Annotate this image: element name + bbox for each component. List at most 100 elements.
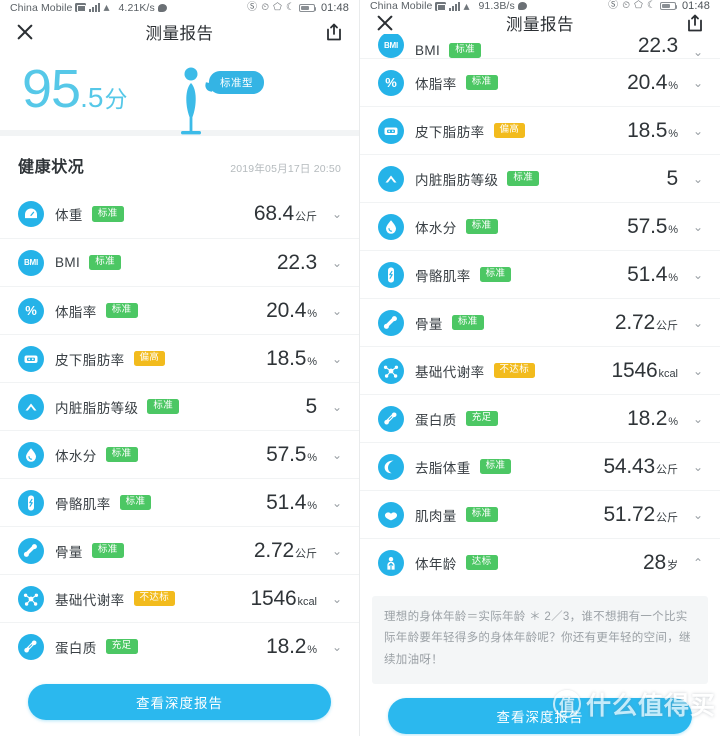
metric-unit: % — [307, 643, 317, 656]
metric-row[interactable]: 内脏脂肪等级 标准 5 ⌄ — [0, 382, 359, 430]
metric-label: 骨量 — [415, 316, 443, 332]
metric-row[interactable]: 皮下脂肪率 偏高 18.5% ⌄ — [0, 334, 359, 382]
metric-row[interactable]: 骨骼肌率 标准 51.4% ⌄ — [360, 250, 720, 298]
metric-unit: % — [307, 307, 317, 320]
chevron-down-icon[interactable]: ⌄ — [331, 545, 343, 557]
metric-row[interactable]: 骨量 标准 2.72 公斤 ⌄ — [360, 298, 720, 346]
metric-value: 51.4 — [266, 490, 307, 514]
status-badge: 偏高 — [133, 350, 166, 367]
metric-value: 57.5 — [627, 214, 668, 238]
metric-value: 18.5 — [266, 346, 307, 370]
chevron-down-icon[interactable]: ⌄ — [331, 353, 343, 365]
metric-row[interactable]: 蛋白质 充足 18.2% ⌄ — [0, 622, 359, 670]
metric-label: 骨骼肌率 — [415, 268, 471, 284]
deep-report-button[interactable]: 查看深度报告 — [28, 684, 331, 720]
metric-value: 1546 — [250, 586, 297, 610]
metric-value: 51.4 — [627, 262, 668, 286]
chevron-down-icon[interactable]: ⌄ — [692, 221, 704, 233]
metric-value-group: 1546 kcal — [251, 587, 317, 611]
chevron-down-icon[interactable]: ⌄ — [331, 641, 343, 653]
share-icon[interactable] — [323, 21, 345, 43]
muscle-icon — [378, 261, 404, 288]
chevron-down-icon[interactable]: ⌄ — [692, 365, 704, 377]
status-badge: 标准 — [105, 302, 138, 319]
metric-row[interactable]: BMI BMI 标准 22.3 ⌄ — [0, 238, 359, 286]
metric-label: 体水分 — [415, 220, 457, 236]
metric-label: 去脂体重 — [415, 460, 471, 476]
chevron-down-icon[interactable]: ⌄ — [692, 317, 704, 329]
metric-label: 体年龄 — [415, 556, 457, 572]
left-phone-screen: China Mobile 4.21K/s Ⓢ ⏲ ⬠ ☾ 01:48 测量报告 — [0, 0, 360, 736]
metric-row[interactable]: 内脏脂肪等级 标准 5 ⌄ — [360, 154, 720, 202]
chevron-down-icon[interactable]: ⌄ — [331, 593, 343, 605]
chat-bubble-icon — [157, 3, 167, 12]
metric-value: 54.43 — [603, 454, 655, 478]
chevron-down-icon[interactable]: ⌄ — [692, 125, 704, 137]
nav-bar: 测量报告 — [360, 12, 720, 34]
sim-icon — [435, 1, 447, 11]
score-decimal: .5 — [80, 81, 104, 113]
metric-label: 内脏脂肪等级 — [55, 400, 139, 416]
metric-value: 5 — [666, 166, 679, 190]
bmi-icon: BMI — [378, 34, 404, 58]
metric-row[interactable]: % 体脂率 标准 20.4% ⌄ — [0, 286, 359, 334]
metric-row[interactable]: 体水分 标准 57.5% ⌄ — [360, 202, 720, 250]
status-badge: 标准 — [105, 446, 138, 463]
chevron-down-icon[interactable]: ⌄ — [331, 401, 343, 413]
metric-row[interactable]: 肌肉量 标准 51.72 公斤 ⌄ — [360, 490, 720, 538]
body-figure-icon — [181, 67, 201, 135]
score-header: 95 .5 分 标准型 — [0, 47, 359, 135]
metric-unit: % — [307, 355, 317, 368]
metric-row[interactable]: 体水分 标准 57.5% ⌄ — [0, 430, 359, 478]
chevron-down-icon[interactable]: ⌄ — [692, 509, 704, 521]
metric-unit: 公斤 — [656, 511, 678, 524]
status-badge: 标准 — [507, 170, 540, 187]
body-age-explanation: 理想的身体年龄＝实际年龄 ＊ 2／3，谁不想拥有一个比实际年龄要年轻得多的身体年… — [372, 596, 708, 684]
status-bar: China Mobile 4.21K/s Ⓢ ⏲ ⬠ ☾ 01:48 — [0, 0, 359, 16]
screenshot-root: China Mobile 4.21K/s Ⓢ ⏲ ⬠ ☾ 01:48 测量报告 — [0, 0, 720, 736]
metric-unit: kcal — [297, 595, 317, 608]
metric-value-group: 1546 kcal — [612, 359, 678, 383]
chevron-down-icon[interactable]: ⌄ — [692, 173, 704, 185]
metric-unit: % — [668, 79, 678, 92]
metric-row[interactable]: % 体脂率 标准 20.4% ⌄ — [360, 58, 720, 106]
bluetooth-icon: ⬠ — [634, 0, 643, 11]
battery-icon — [298, 3, 317, 13]
chevron-down-icon[interactable]: ⌄ — [692, 461, 704, 473]
metric-row[interactable]: 蛋白质 充足 18.2% ⌄ — [360, 394, 720, 442]
metric-value-group: 2.72 公斤 — [615, 311, 678, 335]
chevron-down-icon[interactable]: ⌄ — [692, 77, 704, 89]
metric-row[interactable]: 皮下脂肪率 偏高 18.5% ⌄ — [360, 106, 720, 154]
chevron-down-icon[interactable]: ⌄ — [331, 257, 343, 269]
protein-icon — [378, 405, 404, 432]
metric-value-group: 5 — [666, 166, 679, 191]
metric-row[interactable]: 去脂体重 标准 54.43 公斤 ⌄ — [360, 442, 720, 490]
metric-value-group: 20.4% — [266, 299, 317, 323]
chevron-down-icon[interactable]: ⌄ — [692, 413, 704, 425]
metric-unit: % — [307, 451, 317, 464]
chevron-down-icon[interactable]: ⌄ — [692, 46, 704, 58]
deep-report-button[interactable]: 查看深度报告 — [388, 697, 692, 734]
chevron-down-icon[interactable]: ⌄ — [331, 208, 343, 220]
chevron-down-icon[interactable]: ⌄ — [692, 269, 704, 281]
metric-row[interactable]: 基础代谢率 不达标 1546 kcal ⌄ — [0, 574, 359, 622]
chevron-down-icon[interactable]: ⌄ — [331, 497, 343, 509]
metric-row[interactable]: 体重 标准 68.4 公斤 ⌄ — [0, 190, 359, 238]
chevron-up-icon[interactable]: ⌃ — [692, 557, 704, 569]
share-icon[interactable] — [684, 12, 706, 34]
metric-unit: % — [668, 415, 678, 428]
metric-list: BMI BMI 标准 22.3 ⌄% 体脂率 标准 20.4% ⌄ 皮下脂肪率 偏高 18.5% ⌄ 内脏… — [360, 34, 720, 586]
metric-row[interactable]: 骨骼肌率 标准 51.4% ⌄ — [0, 478, 359, 526]
alarm-icon: ⏲ — [622, 0, 631, 11]
protein-icon — [18, 633, 44, 660]
muscle-icon — [18, 489, 44, 516]
metric-unit: 公斤 — [295, 547, 317, 560]
metric-row[interactable]: 骨量 标准 2.72 公斤 ⌄ — [0, 526, 359, 574]
metric-row[interactable]: 基础代谢率 不达标 1546 kcal ⌄ — [360, 346, 720, 394]
metric-row[interactable]: 体年龄 达标 28 岁 ⌃ — [360, 538, 720, 586]
chevron-down-icon[interactable]: ⌄ — [331, 305, 343, 317]
metric-unit: 公斤 — [656, 463, 678, 476]
metric-list: 体重 标准 68.4 公斤 ⌄ BMI BMI 标准 22.3 ⌄% 体脂率 标准 20.4% ⌄ 皮下脂肪… — [0, 190, 359, 670]
metric-row[interactable]: BMI BMI 标准 22.3 ⌄ — [360, 34, 720, 58]
chevron-down-icon[interactable]: ⌄ — [331, 449, 343, 461]
